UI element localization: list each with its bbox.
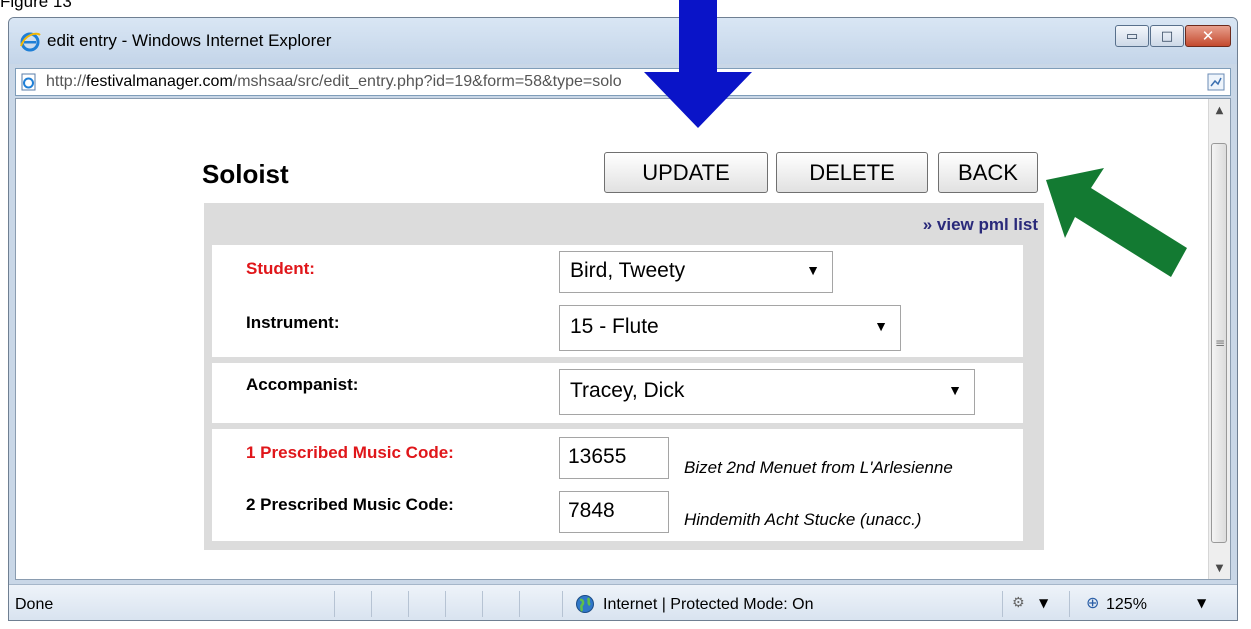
close-button[interactable]: ✕ [1185, 25, 1231, 47]
student-value: Bird, Tweety [570, 259, 686, 282]
accompanist-select[interactable]: Tracey, Dick ▼ [559, 369, 975, 415]
dropdown-arrow-icon: ▼ [806, 262, 820, 278]
status-separator [562, 591, 563, 617]
scroll-thumb[interactable]: ≡ [1211, 143, 1227, 543]
accompanist-label: Accompanist: [246, 375, 359, 394]
status-separator [482, 591, 483, 617]
close-icon: ✕ [1201, 27, 1215, 45]
ie-logo-icon [20, 32, 41, 52]
music-code-2-value: 7848 [568, 499, 615, 522]
rss-icon[interactable] [1207, 73, 1225, 91]
vertical-scrollbar[interactable]: ▲ ≡ ▼ [1208, 99, 1230, 579]
security-icon[interactable]: ⚙ [1012, 595, 1025, 611]
view-pml-list-link[interactable]: » view pml list [923, 215, 1038, 235]
status-separator [519, 591, 520, 617]
music-code-1-value: 13655 [568, 445, 627, 468]
page-title: Soloist [202, 159, 289, 189]
address-bar[interactable]: http://festivalmanager.com/mshsaa/src/ed… [15, 68, 1231, 96]
chevron-down-icon[interactable]: ▼ [1039, 596, 1048, 610]
status-separator [371, 591, 372, 617]
delete-button[interactable]: DELETE [776, 152, 928, 193]
music-code-2-input[interactable]: 7848 [559, 491, 669, 533]
music-code-1-label: 1 Prescribed Music Code: [246, 443, 454, 462]
student-select[interactable]: Bird, Tweety ▼ [559, 251, 833, 293]
status-separator [334, 591, 335, 617]
minimize-icon: ▭ [1125, 28, 1139, 44]
chevron-down-icon[interactable]: ▼ [1197, 596, 1206, 610]
accompanist-section: Accompanist: Tracey, Dick ▼ [212, 363, 1023, 423]
status-bar: Done Internet | Protected Mode: On ⚙ ▼ ⊕… [9, 584, 1237, 620]
minimize-button[interactable]: ▭ [1115, 25, 1149, 47]
status-separator [445, 591, 446, 617]
instrument-select[interactable]: 15 - Flute ▼ [559, 305, 901, 351]
instrument-value: 15 - Flute [570, 315, 659, 338]
dropdown-arrow-icon: ▼ [874, 318, 888, 334]
globe-icon [576, 595, 594, 613]
back-button[interactable]: BACK [938, 152, 1038, 193]
browser-window: edit entry - Windows Internet Explorer ▭… [8, 17, 1238, 621]
url-prefix: http:// [46, 73, 87, 90]
music-section: 1 Prescribed Music Code: 13655 Bizet 2nd… [212, 429, 1023, 541]
title-bar: edit entry - Windows Internet Explorer ▭… [9, 18, 1237, 64]
status-separator [408, 591, 409, 617]
entry-panel: » view pml list Student: Bird, Tweety ▼ … [204, 203, 1044, 550]
music-code-1-input[interactable]: 13655 [559, 437, 669, 479]
music-code-1-description: Bizet 2nd Menuet from L'Arlesienne [684, 458, 953, 477]
instrument-label: Instrument: [246, 313, 340, 332]
window-controls: ▭ □ ✕ [1114, 25, 1231, 49]
grip-icon: ≡ [1215, 336, 1226, 350]
music-code-2-description: Hindemith Acht Stucke (unacc.) [684, 510, 922, 529]
url-domain: festivalmanager.com [86, 73, 233, 90]
scroll-down-icon[interactable]: ▼ [1209, 557, 1230, 579]
status-separator [1069, 591, 1070, 617]
dropdown-arrow-icon: ▼ [948, 382, 962, 398]
window-title: edit entry - Windows Internet Explorer [47, 31, 332, 50]
update-button[interactable]: UPDATE [604, 152, 768, 193]
figure-caption: Figure 13 [0, 0, 72, 11]
status-separator [1002, 591, 1003, 617]
music-code-2-label: 2 Prescribed Music Code: [246, 495, 454, 514]
student-label: Student: [246, 259, 315, 278]
maximize-icon: □ [1160, 28, 1174, 44]
url-text[interactable]: http://festivalmanager.com/mshsaa/src/ed… [46, 73, 622, 91]
zoom-icon[interactable]: ⊕ [1086, 593, 1099, 612]
page-viewport: Soloist UPDATE DELETE BACK » view pml li… [15, 98, 1231, 580]
page-icon [21, 73, 36, 91]
status-text: Done [15, 596, 54, 613]
url-path: /mshsaa/src/edit_entry.php?id=19&form=58… [232, 73, 622, 90]
security-zone-text[interactable]: Internet | Protected Mode: On [603, 596, 814, 614]
student-section: Student: Bird, Tweety ▼ Instrument: 15 -… [212, 245, 1023, 357]
scroll-up-icon[interactable]: ▲ [1209, 99, 1230, 121]
accompanist-value: Tracey, Dick [570, 379, 685, 402]
zoom-level[interactable]: 125% [1106, 596, 1147, 614]
maximize-button[interactable]: □ [1150, 25, 1184, 47]
